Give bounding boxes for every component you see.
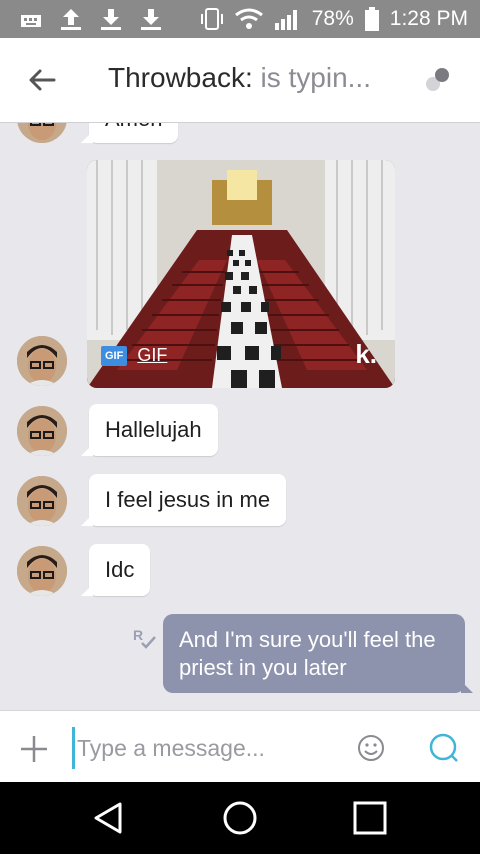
gif-message[interactable]: GIF GIF k. bbox=[87, 160, 395, 388]
avatar[interactable] bbox=[17, 476, 67, 526]
message-text: I feel jesus in me bbox=[105, 487, 271, 512]
avatar-image bbox=[17, 123, 67, 143]
status-bar: 78% 1:28 PM bbox=[0, 0, 480, 38]
message-text: Amen bbox=[105, 123, 162, 131]
gif-label[interactable]: GIF GIF bbox=[101, 345, 167, 366]
avatar-image bbox=[17, 476, 67, 526]
message-input[interactable] bbox=[72, 727, 339, 769]
composer bbox=[0, 710, 480, 783]
message-list[interactable]: Amen bbox=[0, 123, 480, 710]
message-bubble[interactable]: I feel jesus in me bbox=[80, 474, 287, 526]
upload-icon bbox=[61, 9, 81, 30]
avatar-image bbox=[17, 336, 67, 386]
gif-link[interactable]: GIF bbox=[137, 345, 167, 366]
back-triangle-icon[interactable] bbox=[90, 800, 126, 836]
message-bubble[interactable]: Amen bbox=[80, 123, 179, 143]
avatar[interactable] bbox=[17, 123, 67, 143]
message-text: Idc bbox=[105, 557, 135, 582]
gif-badge: GIF bbox=[101, 345, 128, 366]
download-icon bbox=[141, 9, 161, 30]
home-circle-icon[interactable] bbox=[222, 800, 258, 836]
contact-name: Throwback: bbox=[108, 62, 253, 93]
plus-icon[interactable] bbox=[18, 733, 50, 765]
avatar[interactable] bbox=[17, 546, 67, 596]
message-bubble[interactable]: Hallelujah bbox=[81, 404, 218, 456]
chat-bubble-icon[interactable] bbox=[427, 732, 459, 764]
options-icon[interactable] bbox=[424, 66, 452, 94]
avatar[interactable] bbox=[17, 336, 67, 386]
chat-title[interactable]: Throwback: is typin... bbox=[108, 62, 371, 94]
message-text: Hallelujah bbox=[105, 417, 202, 442]
keyboard-icon bbox=[21, 15, 41, 27]
signal-icon bbox=[274, 10, 297, 30]
emoji-icon[interactable] bbox=[356, 733, 386, 763]
receipt-letter: R bbox=[133, 627, 143, 643]
message-bubble[interactable]: Idc bbox=[80, 544, 151, 596]
battery-percent: 78% bbox=[311, 7, 354, 30]
message-text: And I'm sure you'll feel the priest in y… bbox=[179, 627, 436, 680]
battery-icon bbox=[364, 7, 379, 31]
read-receipt-icon: R bbox=[133, 627, 156, 649]
avatar-image bbox=[17, 546, 67, 596]
android-nav-bar bbox=[0, 782, 480, 854]
recents-square-icon[interactable] bbox=[352, 800, 388, 836]
wifi-icon bbox=[234, 8, 263, 29]
download-icon bbox=[101, 9, 121, 30]
avatar[interactable] bbox=[17, 406, 67, 456]
avatar-image bbox=[17, 406, 67, 456]
message-bubble-outgoing[interactable]: And I'm sure you'll feel the priest in y… bbox=[163, 614, 473, 693]
back-arrow-icon[interactable] bbox=[26, 64, 58, 96]
chat-header: Throwback: is typin... bbox=[0, 38, 480, 123]
clock: 1:28 PM bbox=[389, 7, 468, 30]
kik-logo: k. bbox=[355, 339, 377, 369]
typing-status: is typin... bbox=[260, 62, 371, 93]
vibrate-icon bbox=[200, 8, 223, 30]
